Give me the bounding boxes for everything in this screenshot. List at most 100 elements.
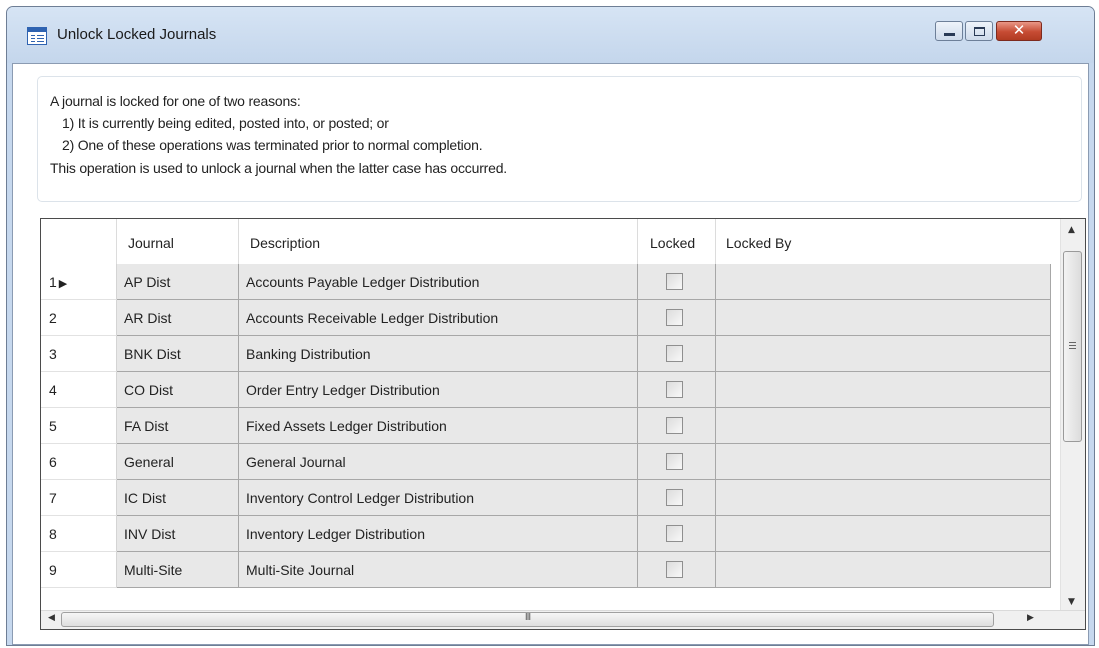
journal-cell[interactable]: BNK Dist	[117, 336, 239, 372]
locked-checkbox[interactable]	[666, 273, 683, 290]
client-area: A journal is locked for one of two reaso…	[12, 63, 1089, 645]
locked-cell[interactable]	[638, 552, 716, 588]
description-cell[interactable]: Accounts Receivable Ledger Distribution	[239, 300, 638, 336]
locked-checkbox[interactable]	[666, 525, 683, 542]
horizontal-scrollbar[interactable]: ◀ III ▶	[41, 610, 1085, 629]
locked-by-cell[interactable]	[716, 552, 1051, 588]
locked-by-cell[interactable]	[716, 516, 1051, 552]
locked-cell[interactable]	[638, 372, 716, 408]
journal-cell[interactable]: AR Dist	[117, 300, 239, 336]
row-header[interactable]: 9	[41, 552, 117, 588]
row-header[interactable]: 8	[41, 516, 117, 552]
description-cell[interactable]: Fixed Assets Ledger Distribution	[239, 408, 638, 444]
table-row[interactable]: 8 INV Dist Inventory Ledger Distribution	[41, 516, 1051, 552]
locked-cell[interactable]	[638, 408, 716, 444]
locked-cell[interactable]	[638, 336, 716, 372]
journal-cell[interactable]: AP Dist	[117, 264, 239, 300]
description-cell[interactable]: Accounts Payable Ledger Distribution	[239, 264, 638, 300]
locked-checkbox[interactable]	[666, 345, 683, 362]
journals-grid[interactable]: Journal Description Locked Locked By 1 ▶ A…	[40, 218, 1086, 630]
minimize-button[interactable]	[935, 21, 963, 41]
description-cell[interactable]: Inventory Ledger Distribution	[239, 516, 638, 552]
locked-checkbox[interactable]	[666, 453, 683, 470]
journal-cell[interactable]: INV Dist	[117, 516, 239, 552]
locked-checkbox[interactable]	[666, 381, 683, 398]
description-cell[interactable]: Multi-Site Journal	[239, 552, 638, 588]
locked-checkbox[interactable]	[666, 489, 683, 506]
close-icon: ✕	[1012, 21, 1026, 39]
row-header[interactable]: 1 ▶	[41, 264, 117, 300]
scroll-right-icon[interactable]: ▶	[1027, 613, 1034, 623]
table-row[interactable]: 2 AR Dist Accounts Receivable Ledger Distr…	[41, 300, 1051, 336]
vertical-scrollbar[interactable]: ▲ ▼	[1060, 219, 1085, 611]
locked-by-cell[interactable]	[716, 264, 1051, 300]
table-row[interactable]: 6 General General Journal	[41, 444, 1051, 480]
locked-by-cell[interactable]	[716, 300, 1051, 336]
locked-by-cell[interactable]	[716, 480, 1051, 516]
window-app-icon	[27, 27, 47, 45]
table-row[interactable]: 7 IC Dist Inventory Control Ledger Distrib…	[41, 480, 1051, 516]
info-panel: A journal is locked for one of two reaso…	[37, 76, 1082, 202]
row-header[interactable]: 5	[41, 408, 117, 444]
locked-cell[interactable]	[638, 516, 716, 552]
locked-by-cell[interactable]	[716, 336, 1051, 372]
column-header-description[interactable]: Description	[239, 219, 638, 264]
row-header[interactable]: 6	[41, 444, 117, 480]
table-row[interactable]: 4 CO Dist Order Entry Ledger Distribution	[41, 372, 1051, 408]
row-number: 4	[49, 382, 57, 398]
locked-checkbox[interactable]	[666, 417, 683, 434]
row-number: 8	[49, 526, 57, 542]
row-number: 6	[49, 454, 57, 470]
locked-by-cell[interactable]	[716, 408, 1051, 444]
journal-cell[interactable]: FA Dist	[117, 408, 239, 444]
table-row[interactable]: 3 BNK Dist Banking Distribution	[41, 336, 1051, 372]
table-row[interactable]: 5 FA Dist Fixed Assets Ledger Distribution	[41, 408, 1051, 444]
locked-checkbox[interactable]	[666, 309, 683, 326]
column-header-locked-by[interactable]: Locked By	[716, 219, 1051, 264]
description-cell[interactable]: Banking Distribution	[239, 336, 638, 372]
info-line-3: 2) One of these operations was terminate…	[62, 137, 483, 153]
scroll-left-icon[interactable]: ◀	[48, 613, 55, 623]
row-number: 5	[49, 418, 57, 434]
table-row[interactable]: 1 ▶ AP Dist Accounts Payable Ledger Distrib…	[41, 264, 1051, 300]
scroll-up-icon[interactable]: ▲	[1068, 225, 1075, 235]
row-header-corner[interactable]	[41, 219, 117, 264]
locked-cell[interactable]	[638, 300, 716, 336]
column-header-locked[interactable]: Locked	[638, 219, 716, 264]
journal-cell[interactable]: CO Dist	[117, 372, 239, 408]
close-button[interactable]: ✕	[996, 21, 1042, 41]
row-number: 1	[49, 274, 57, 290]
journal-cell[interactable]: Multi-Site	[117, 552, 239, 588]
locked-cell[interactable]	[638, 444, 716, 480]
journal-cell[interactable]: General	[117, 444, 239, 480]
column-header-journal[interactable]: Journal	[117, 219, 239, 264]
row-header[interactable]: 7	[41, 480, 117, 516]
scroll-grip: III	[524, 612, 531, 623]
scroll-down-icon[interactable]: ▼	[1068, 597, 1075, 607]
description-cell[interactable]: Order Entry Ledger Distribution	[239, 372, 638, 408]
current-row-icon: ▶	[58, 278, 68, 290]
vertical-scroll-thumb[interactable]	[1063, 251, 1082, 442]
row-header[interactable]: 2	[41, 300, 117, 336]
locked-checkbox[interactable]	[666, 561, 683, 578]
locked-by-cell[interactable]	[716, 372, 1051, 408]
title-bar[interactable]: Unlock Locked Journals ✕	[7, 7, 1094, 63]
window-title: Unlock Locked Journals	[57, 26, 217, 43]
info-line-4: This operation is used to unlock a journ…	[50, 160, 507, 176]
row-number: 7	[49, 490, 57, 506]
locked-by-cell[interactable]	[716, 444, 1051, 480]
row-number: 2	[49, 310, 57, 326]
row-header[interactable]: 3	[41, 336, 117, 372]
horizontal-scroll-thumb[interactable]: III	[61, 612, 994, 627]
row-number: 3	[49, 346, 57, 362]
journal-cell[interactable]: IC Dist	[117, 480, 239, 516]
info-line-2: 1) It is currently being edited, posted …	[62, 115, 389, 131]
row-header[interactable]: 4	[41, 372, 117, 408]
maximize-button[interactable]	[965, 21, 993, 41]
locked-cell[interactable]	[638, 264, 716, 300]
row-number: 9	[49, 562, 57, 578]
description-cell[interactable]: General Journal	[239, 444, 638, 480]
description-cell[interactable]: Inventory Control Ledger Distribution	[239, 480, 638, 516]
locked-cell[interactable]	[638, 480, 716, 516]
table-row[interactable]: 9 Multi-Site Multi-Site Journal	[41, 552, 1051, 588]
